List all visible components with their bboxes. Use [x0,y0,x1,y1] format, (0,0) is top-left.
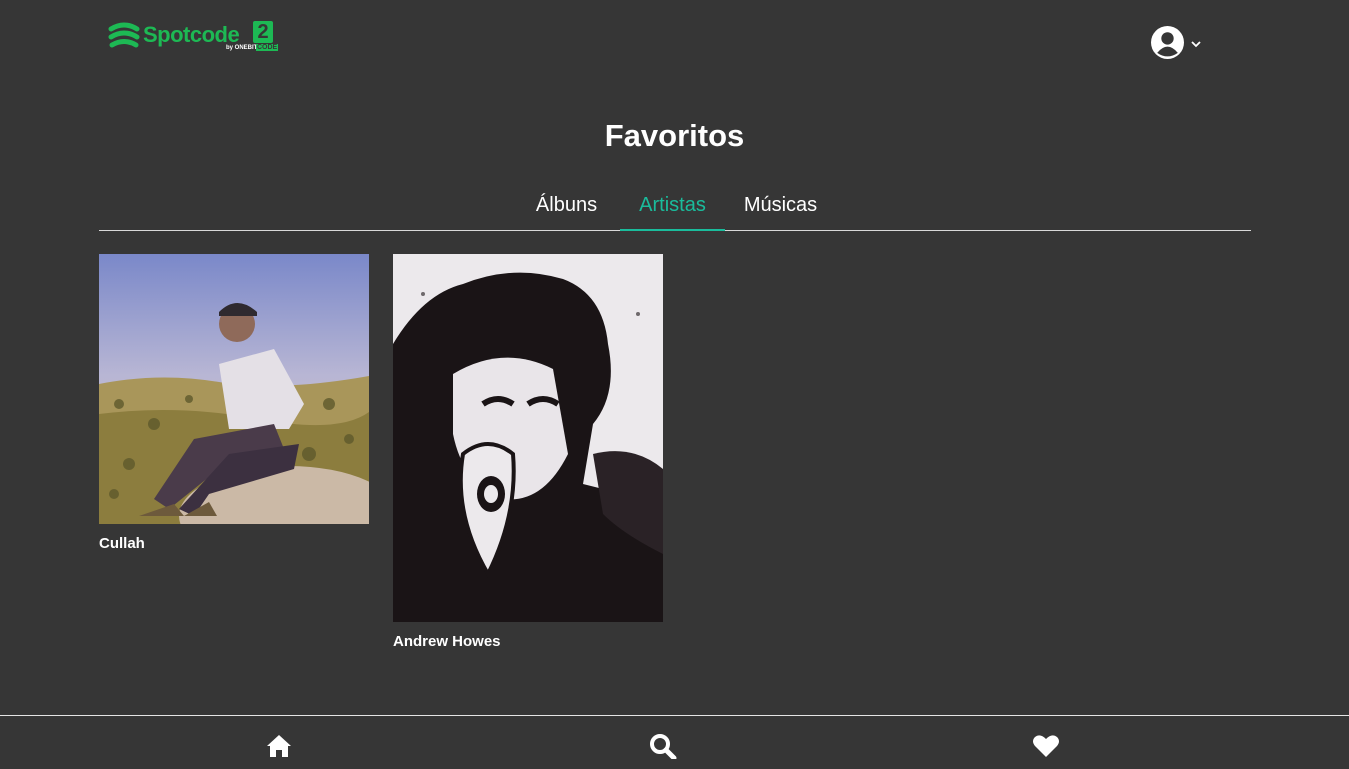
top-bar: Spotcode 2 by ONEBIT CODE [0,0,1349,80]
heart-icon[interactable] [1032,733,1060,759]
chevron-down-icon[interactable] [1191,40,1201,48]
artist-card[interactable]: Andrew Howes [393,254,663,650]
home-icon[interactable] [265,733,293,759]
user-menu[interactable] [1151,26,1211,60]
favorites-tabs: Álbuns Artistas Músicas [99,180,1251,231]
artist-name[interactable]: Andrew Howes [393,633,663,650]
tab-albums[interactable]: Álbuns [519,180,614,229]
artist-image[interactable] [393,254,663,622]
search-icon[interactable] [649,733,677,759]
artist-name[interactable]: Cullah [99,535,369,552]
logo-code: CODE [256,44,279,51]
logo-version: 2 [253,21,273,43]
tab-songs[interactable]: Músicas [732,180,829,229]
spotcode-mark-icon [108,22,140,48]
user-circle-icon[interactable] [1151,26,1184,59]
bottom-nav [0,715,1349,769]
artist-card[interactable]: Cullah [99,254,369,552]
artist-image[interactable] [99,254,369,524]
logo-wordmark: Spotcode [143,22,240,47]
tab-artists[interactable]: Artistas [620,180,725,231]
page-title: Favoritos [604,118,745,153]
spotcode-logo[interactable]: Spotcode 2 by ONEBIT CODE [108,18,279,58]
logo-byline: by ONEBIT [226,45,258,51]
